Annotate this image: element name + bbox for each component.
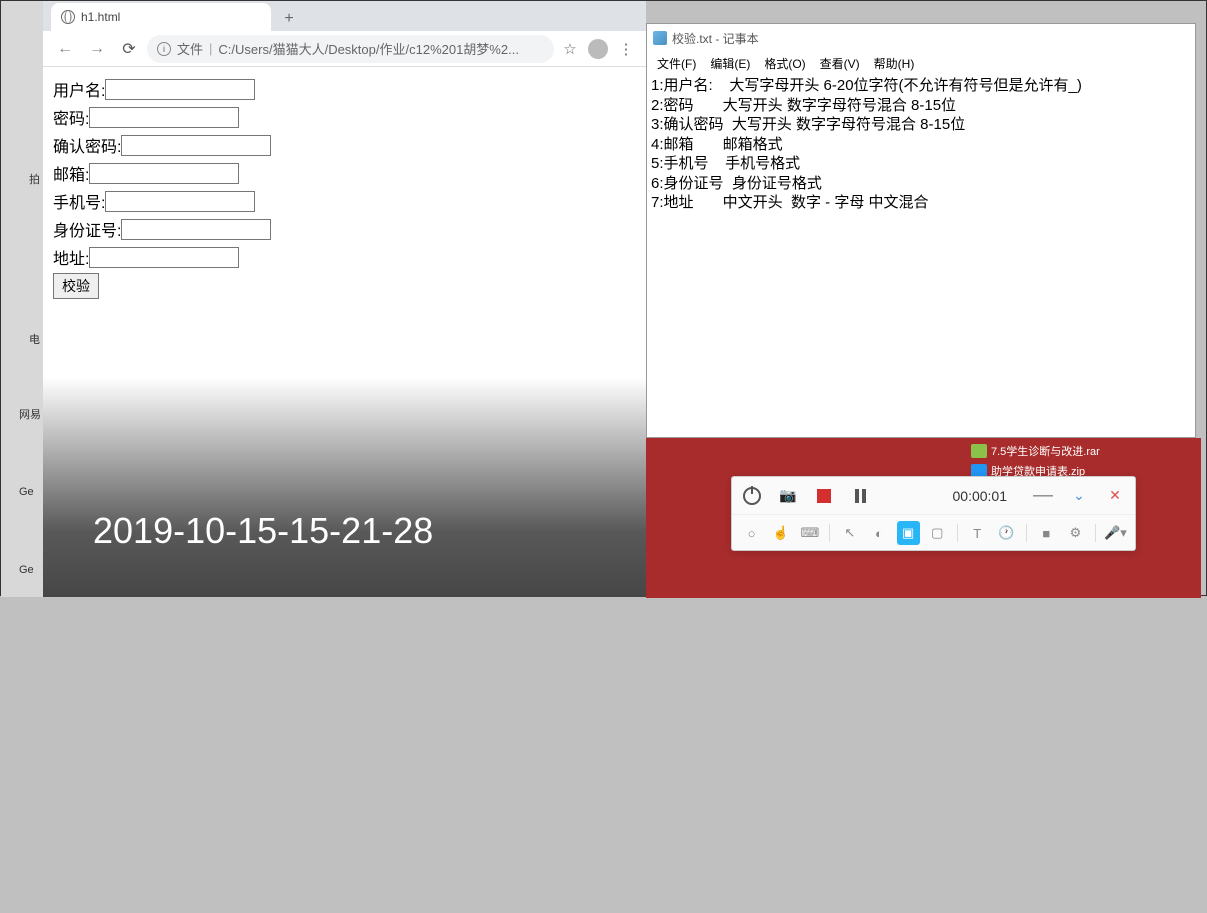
desktop-file[interactable]: 7.5学生诊断与改进.rar <box>971 443 1100 459</box>
username-input[interactable] <box>105 79 255 100</box>
chrome-toolbar: ← → ⟳ i 文件 | C:/Users/猫猫大人/Desktop/作业/c1… <box>43 31 646 67</box>
expand-button[interactable]: ⌄ <box>1069 486 1089 506</box>
reload-button[interactable]: ⟳ <box>115 35 143 63</box>
email-label: 邮箱: <box>53 161 89 185</box>
chrome-window: h1.html + ← → ⟳ i 文件 | C:/Users/猫猫大人/Des… <box>43 1 646 597</box>
tool-settings[interactable]: ⚙ <box>1064 521 1087 545</box>
tool-circle[interactable]: ○ <box>740 521 763 545</box>
sidebar-label: 电 <box>29 331 40 347</box>
tool-clock[interactable]: 🕐 <box>995 521 1018 545</box>
tab-title: h1.html <box>81 10 120 24</box>
address-label: 地址: <box>53 245 89 269</box>
notepad-titlebar[interactable]: 校验.txt - 记事本 <box>647 24 1195 52</box>
notepad-content[interactable]: 1:用户名: 大写字母开头 6-20位字符(不允许有符号但是允许有_) 2:密码… <box>647 74 1195 437</box>
notepad-window: 校验.txt - 记事本 文件(F) 编辑(E) 格式(O) 查看(V) 帮助(… <box>646 23 1196 438</box>
confirm-password-input[interactable] <box>121 135 271 156</box>
notepad-title-text: 校验.txt - 记事本 <box>672 30 759 47</box>
tool-cursor[interactable]: ↖ <box>838 521 861 545</box>
browser-tab[interactable]: h1.html <box>51 3 271 31</box>
menu-file[interactable]: 文件(F) <box>651 53 702 74</box>
recording-time: 00:00:01 <box>886 488 1017 504</box>
email-input[interactable] <box>89 163 239 184</box>
back-button[interactable]: ← <box>51 35 79 63</box>
notepad-menubar: 文件(F) 编辑(E) 格式(O) 查看(V) 帮助(H) <box>647 52 1195 74</box>
user-icon[interactable] <box>586 37 610 61</box>
address-input[interactable] <box>89 247 239 268</box>
idcard-input[interactable] <box>121 219 271 240</box>
new-tab-button[interactable]: + <box>277 7 301 31</box>
tool-pointer[interactable]: ☝ <box>769 521 792 545</box>
stop-button[interactable] <box>814 486 834 506</box>
close-button[interactable]: ✕ <box>1105 486 1125 506</box>
address-bar[interactable]: i 文件 | C:/Users/猫猫大人/Desktop/作业/c12%201胡… <box>147 35 554 63</box>
menu-icon[interactable]: ⋮ <box>614 37 638 61</box>
sidebar-label: 拍 <box>29 171 40 187</box>
tool-window[interactable]: ▢ <box>926 521 949 545</box>
tool-mic[interactable]: 🎤▾ <box>1104 521 1127 545</box>
validate-button[interactable]: 校验 <box>53 273 99 299</box>
tool-folder[interactable]: ■ <box>1035 521 1058 545</box>
phone-label: 手机号: <box>53 189 105 213</box>
sidebar-label: Ge <box>19 564 34 576</box>
tool-text[interactable]: T <box>966 521 989 545</box>
pause-button[interactable] <box>850 486 870 506</box>
minimize-button[interactable]: — <box>1033 486 1053 506</box>
idcard-label: 身份证号: <box>53 217 121 241</box>
timestamp-overlay: 2019-10-15-15-21-28 <box>93 510 433 552</box>
globe-icon <box>61 10 75 24</box>
username-label: 用户名: <box>53 77 105 101</box>
confirm-password-label: 确认密码: <box>53 133 121 157</box>
url-text: C:/Users/猫猫大人/Desktop/作业/c12%201胡梦%2... <box>218 39 544 58</box>
tool-region[interactable]: ▣ <box>897 521 920 545</box>
tool-keyboard[interactable]: ⌨ <box>798 521 821 545</box>
bookmark-icon[interactable]: ☆ <box>558 37 582 61</box>
menu-edit[interactable]: 编辑(E) <box>704 53 756 74</box>
camera-button[interactable] <box>778 486 798 506</box>
chrome-tab-bar: h1.html + <box>43 1 646 31</box>
sidebar-label: Ge <box>19 486 34 498</box>
tool-highlight[interactable]: ◐ <box>867 521 890 545</box>
phone-input[interactable] <box>105 191 255 212</box>
sidebar-label: 网易 <box>19 406 41 422</box>
notepad-icon <box>653 31 667 45</box>
menu-format[interactable]: 格式(O) <box>758 53 811 74</box>
info-icon: i <box>157 42 171 56</box>
password-label: 密码: <box>53 105 89 129</box>
menu-view[interactable]: 查看(V) <box>814 53 866 74</box>
forward-button[interactable]: → <box>83 35 111 63</box>
power-button[interactable] <box>742 486 762 506</box>
password-input[interactable] <box>89 107 239 128</box>
url-prefix: 文件 <box>177 39 203 58</box>
menu-help[interactable]: 帮助(H) <box>868 53 921 74</box>
screen-recorder: 00:00:01 — ⌄ ✕ ○ ☝ ⌨ ↖ ◐ ▣ ▢ T 🕐 ■ ⚙ 🎤▾ <box>731 476 1136 551</box>
